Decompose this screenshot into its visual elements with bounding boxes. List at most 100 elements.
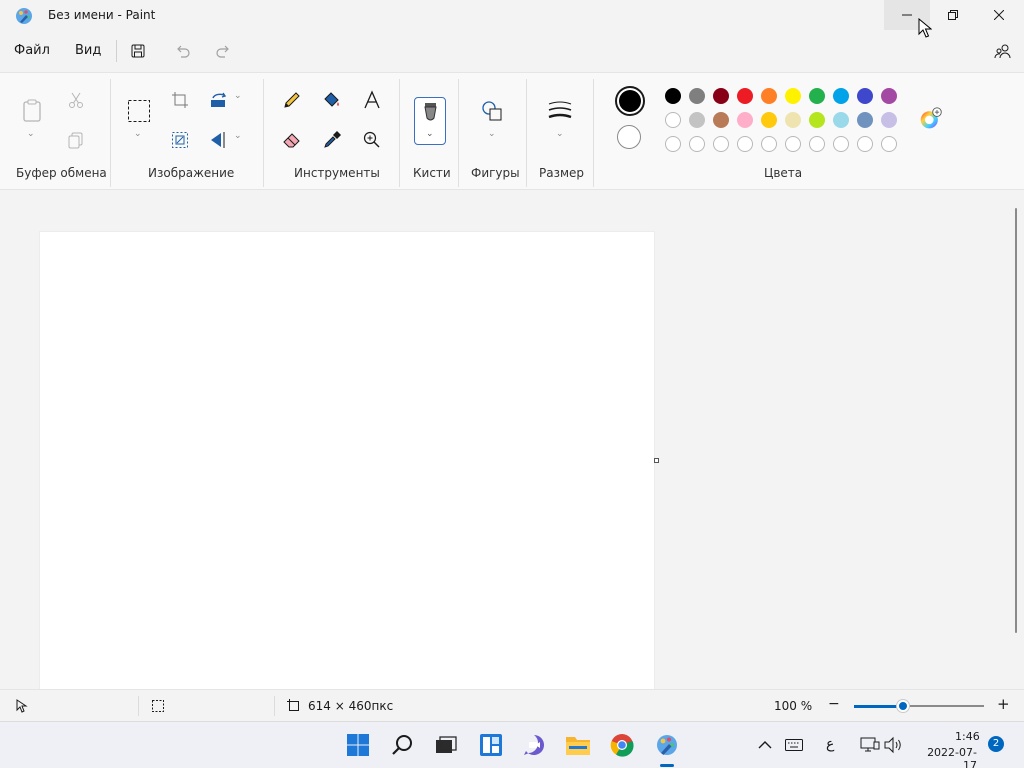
custom-color-slot[interactable] [857, 136, 873, 152]
zoom-slider[interactable] [854, 700, 984, 712]
input-language-indicator[interactable]: ع [826, 736, 834, 752]
canvas-resize-handle[interactable] [654, 458, 659, 463]
active-app-indicator [660, 764, 674, 767]
custom-color-slot[interactable] [665, 136, 681, 152]
redo-icon [216, 45, 229, 58]
eraser-button[interactable] [280, 128, 304, 152]
zoom-level-text[interactable]: 100 % [774, 699, 812, 713]
paste-chevron-icon[interactable]: ⌄ [27, 129, 35, 139]
clock-time[interactable]: 1:46 [955, 730, 980, 743]
save-button[interactable] [127, 40, 149, 62]
chrome-button[interactable] [609, 732, 635, 758]
secondary-color-selector[interactable] [617, 125, 641, 149]
search-icon [392, 735, 412, 755]
palette-color-swatch[interactable] [881, 112, 897, 128]
zoom-slider-thumb[interactable] [897, 700, 910, 712]
palette-color-swatch[interactable] [881, 88, 897, 104]
undo-button[interactable] [172, 40, 194, 62]
selection-size-icon [152, 700, 164, 712]
copy-button[interactable] [64, 128, 88, 152]
start-button[interactable] [345, 732, 371, 758]
palette-color-swatch[interactable] [689, 88, 705, 104]
resize-image-icon [172, 132, 188, 148]
flip-chevron-icon[interactable]: ⌄ [234, 131, 242, 141]
palette-color-swatch[interactable] [713, 88, 729, 104]
palette-color-swatch[interactable] [737, 112, 753, 128]
shapes-chevron-icon[interactable]: ⌄ [488, 129, 496, 139]
text-icon [364, 90, 380, 109]
notification-badge[interactable]: 2 [988, 736, 1004, 752]
primary-color-selector[interactable] [615, 86, 645, 116]
chat-button[interactable] [521, 732, 547, 758]
custom-color-slot[interactable] [689, 136, 705, 152]
custom-color-slot[interactable] [713, 136, 729, 152]
widgets-button[interactable] [478, 732, 504, 758]
minimize-icon [902, 14, 912, 16]
search-button[interactable] [390, 732, 416, 758]
group-label-tools: Инструменты [294, 166, 380, 180]
shapes-button[interactable] [480, 99, 504, 123]
custom-color-slot[interactable] [761, 136, 777, 152]
palette-color-swatch[interactable] [665, 112, 681, 128]
palette-color-swatch[interactable] [809, 112, 825, 128]
zoom-out-button[interactable]: − [828, 696, 840, 712]
size-button[interactable] [548, 99, 572, 123]
menu-view[interactable]: Вид [75, 43, 101, 58]
vertical-scrollbar[interactable] [1015, 208, 1017, 633]
select-button[interactable] [127, 99, 151, 123]
palette-color-swatch[interactable] [833, 112, 849, 128]
custom-color-slot[interactable] [737, 136, 753, 152]
custom-color-slot[interactable] [833, 136, 849, 152]
folder-icon [566, 737, 590, 755]
volume-button[interactable] [880, 732, 906, 758]
rotate-button[interactable] [207, 88, 231, 112]
restore-button[interactable] [930, 0, 976, 30]
touch-keyboard-button[interactable] [781, 732, 807, 758]
pencil-button[interactable] [280, 88, 304, 112]
account-button[interactable] [992, 40, 1014, 62]
palette-color-swatch[interactable] [785, 88, 801, 104]
magnifier-button[interactable] [360, 128, 384, 152]
edit-colors-button[interactable] [919, 107, 943, 131]
flip-button[interactable] [207, 128, 231, 152]
task-view-button[interactable] [433, 732, 459, 758]
zoom-in-button[interactable]: + [997, 695, 1010, 713]
group-separator [110, 79, 111, 187]
close-button[interactable] [976, 0, 1022, 30]
custom-color-slot[interactable] [785, 136, 801, 152]
show-hidden-icons-button[interactable] [752, 732, 778, 758]
taskbar: ع 1:46 2022-07-17 2 [0, 721, 1024, 768]
rotate-chevron-icon[interactable]: ⌄ [234, 91, 242, 101]
palette-color-swatch[interactable] [689, 112, 705, 128]
file-explorer-button[interactable] [565, 732, 591, 758]
redo-button[interactable] [212, 40, 234, 62]
canvas-workspace [0, 191, 1024, 689]
palette-color-swatch[interactable] [785, 112, 801, 128]
custom-color-slot[interactable] [809, 136, 825, 152]
palette-color-swatch[interactable] [665, 88, 681, 104]
palette-color-swatch[interactable] [761, 88, 777, 104]
cut-button[interactable] [64, 88, 88, 112]
paint-taskbar-button[interactable] [654, 732, 680, 758]
clock-date[interactable]: 2022-07-17 [914, 746, 977, 768]
crop-button[interactable] [168, 88, 192, 112]
drawing-canvas[interactable] [40, 232, 654, 689]
palette-color-swatch[interactable] [809, 88, 825, 104]
palette-color-swatch[interactable] [857, 88, 873, 104]
palette-color-swatch[interactable] [713, 112, 729, 128]
palette-color-swatch[interactable] [761, 112, 777, 128]
palette-color-swatch[interactable] [737, 88, 753, 104]
palette-color-swatch[interactable] [857, 112, 873, 128]
group-label-shapes: Фигуры [471, 166, 520, 180]
brushes-button[interactable]: ⌄ [414, 97, 446, 145]
custom-color-slot[interactable] [881, 136, 897, 152]
text-button[interactable] [360, 88, 384, 112]
palette-color-swatch[interactable] [833, 88, 849, 104]
fill-button[interactable] [320, 88, 344, 112]
select-chevron-icon[interactable]: ⌄ [134, 129, 142, 139]
menu-file[interactable]: Файл [14, 43, 50, 58]
color-picker-button[interactable] [320, 128, 344, 152]
size-chevron-icon[interactable]: ⌄ [556, 129, 564, 139]
resize-button[interactable] [168, 128, 192, 152]
paste-button[interactable] [20, 99, 44, 123]
